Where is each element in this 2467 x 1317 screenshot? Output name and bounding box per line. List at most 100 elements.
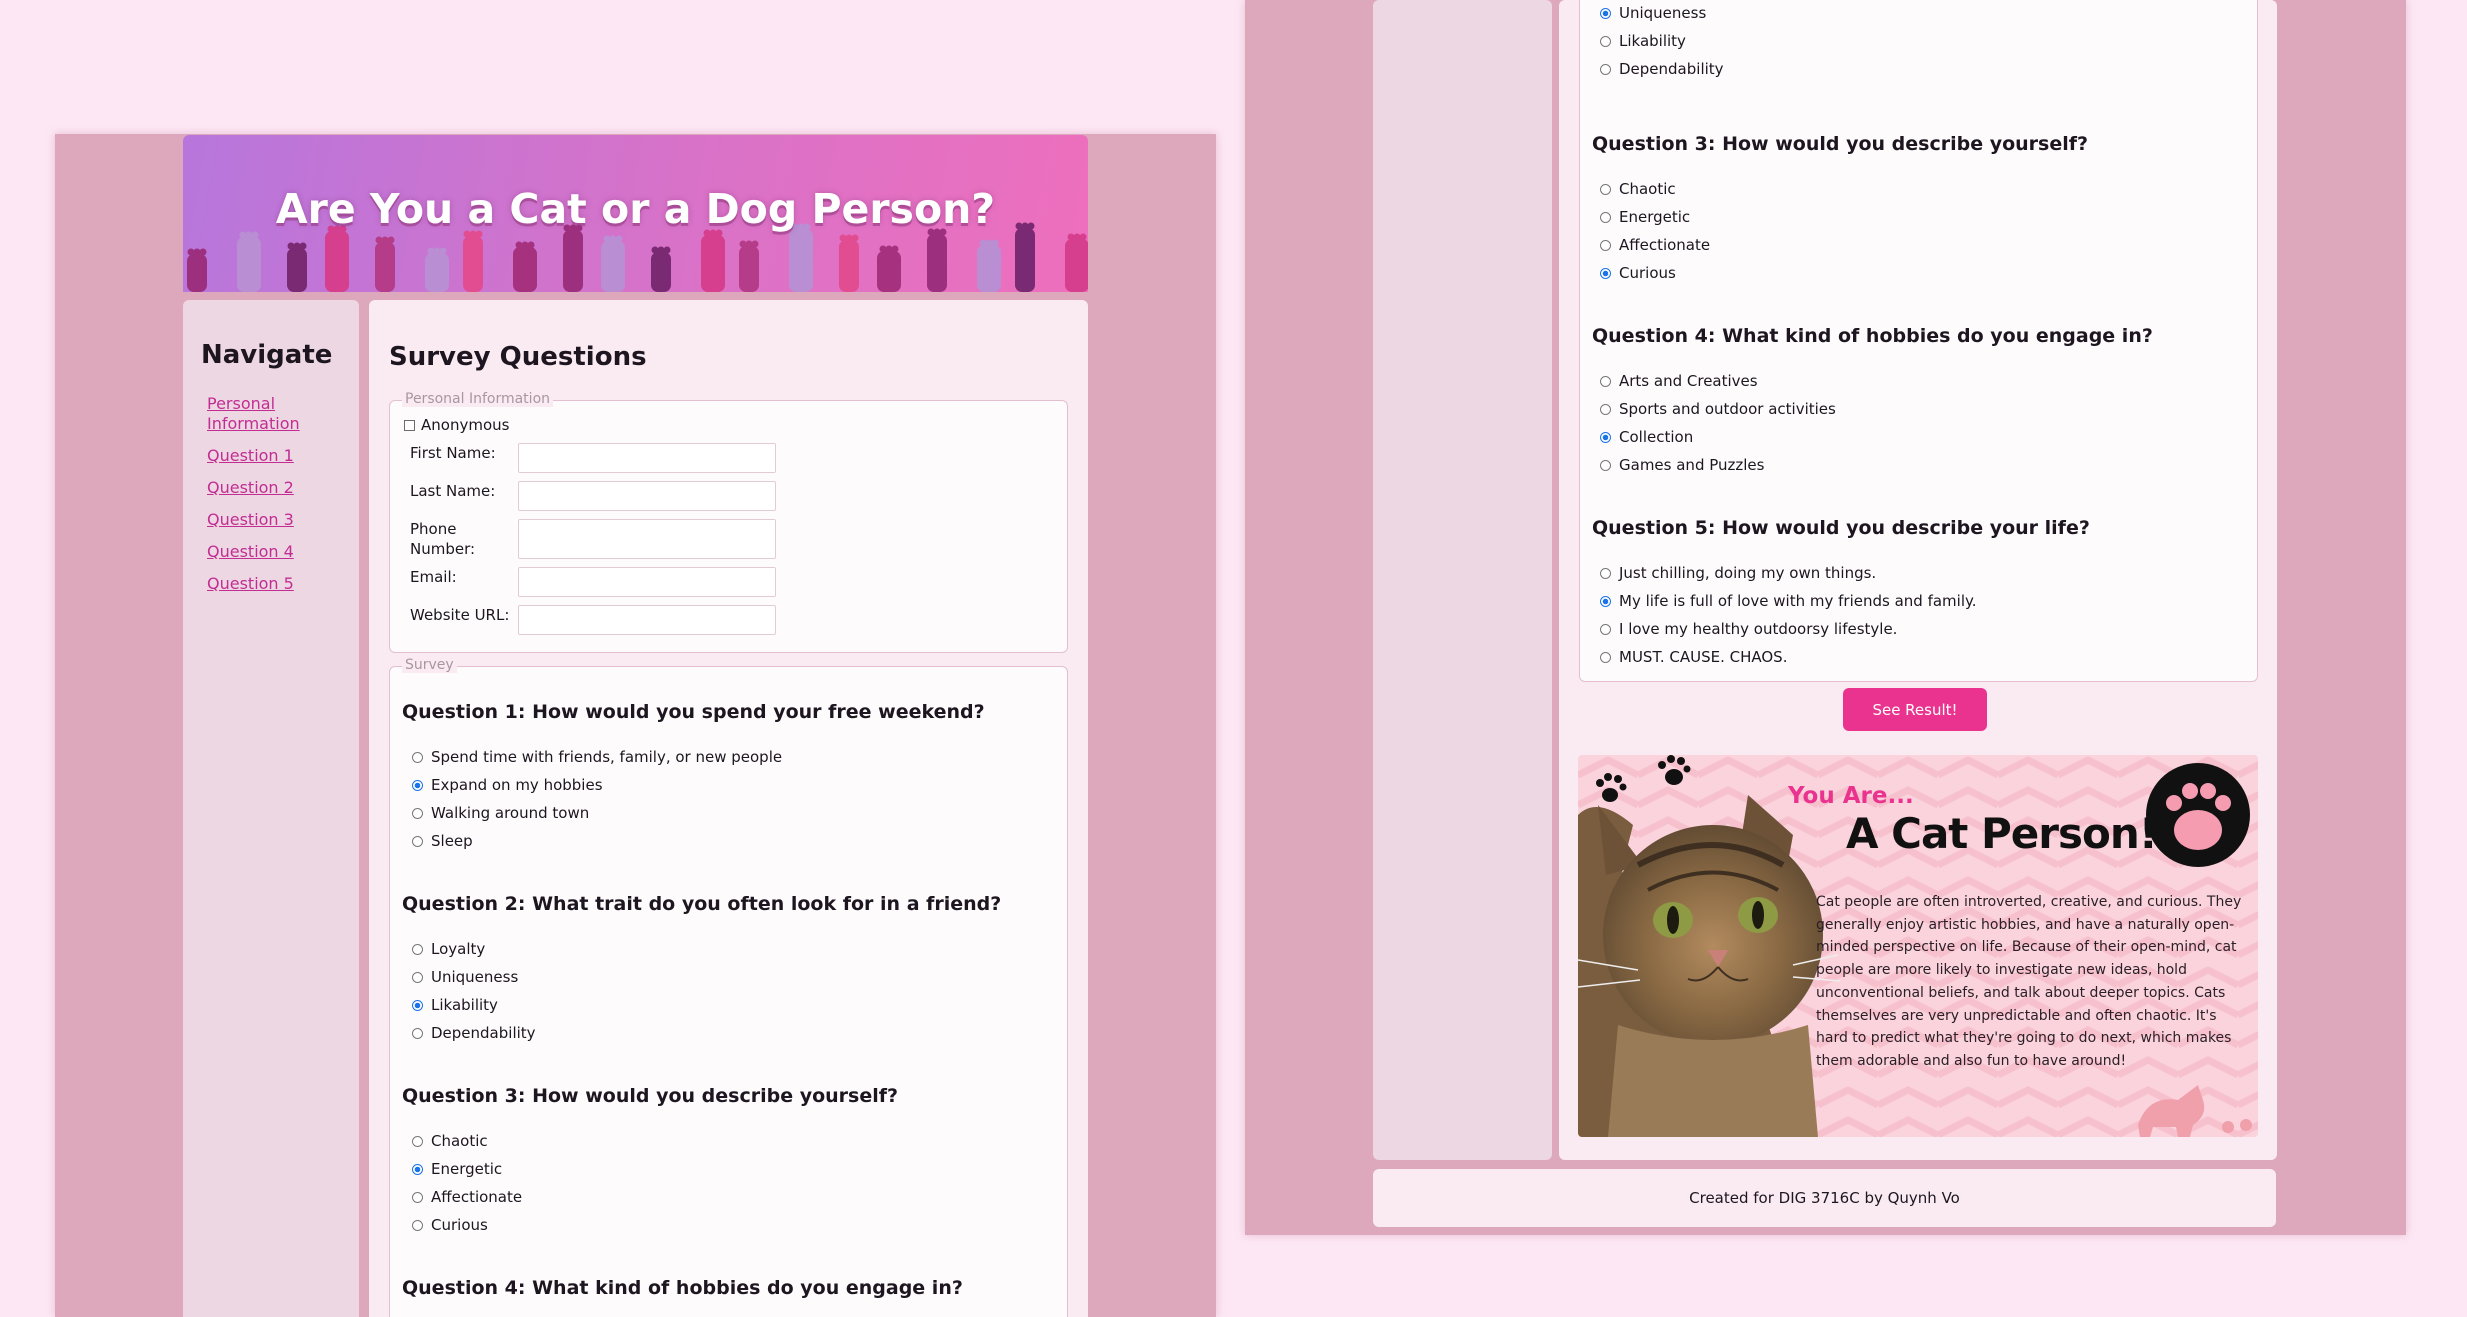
- radio-button[interactable]: [412, 971, 423, 983]
- nav-link-question-5[interactable]: Question 5: [207, 574, 347, 594]
- radio-button[interactable]: [1600, 7, 1611, 19]
- option-row[interactable]: Just chilling, doing my own things.: [1600, 559, 1977, 587]
- radio-button[interactable]: [1600, 63, 1611, 75]
- option-row[interactable]: Chaotic: [1600, 175, 1710, 203]
- radio-button[interactable]: [1600, 183, 1611, 195]
- nav-link-question-2[interactable]: Question 2: [207, 478, 347, 498]
- option-row[interactable]: MUST. CAUSE. CHAOS.: [1600, 643, 1977, 671]
- paw-leg: [601, 235, 625, 292]
- option-row[interactable]: Chaotic: [412, 1127, 522, 1155]
- radio-button[interactable]: [412, 807, 423, 819]
- left-page-view: Are You a Cat or a Dog Person? Navigate …: [55, 134, 1216, 1317]
- radio-button[interactable]: [412, 1135, 423, 1147]
- phone-field[interactable]: [518, 519, 776, 559]
- option-label: Sleep: [431, 832, 473, 850]
- option-label: MUST. CAUSE. CHAOS.: [1619, 648, 1788, 666]
- radio-button[interactable]: [412, 1219, 423, 1231]
- option-row[interactable]: Spend time with friends, family, or new …: [412, 743, 782, 771]
- personal-info-legend: Personal Information: [402, 391, 554, 407]
- option-row[interactable]: Arts and Creatives: [1600, 367, 1836, 395]
- option-row[interactable]: Games and Puzzles: [1600, 451, 1836, 479]
- radio-button[interactable]: [1600, 431, 1611, 443]
- option-row[interactable]: Expand on my hobbies: [412, 771, 782, 799]
- option-label: Energetic: [431, 1160, 503, 1178]
- radio-button[interactable]: [1600, 35, 1611, 47]
- radio-button[interactable]: [1600, 211, 1611, 223]
- radio-button[interactable]: [412, 751, 423, 763]
- nav-link-personal-info[interactable]: Personal Information: [207, 394, 347, 434]
- option-row[interactable]: Energetic: [412, 1155, 522, 1183]
- paw-leg: [927, 228, 947, 292]
- paw-leg: [651, 246, 671, 292]
- option-row[interactable]: Sports and outdoor activities: [1600, 395, 1836, 423]
- radio-button[interactable]: [412, 1027, 423, 1039]
- option-row[interactable]: Loyalty: [412, 935, 536, 963]
- nav-sidebar: Navigate Personal Information Question 1…: [183, 300, 359, 1317]
- phone-label: Phone Number:: [410, 520, 476, 558]
- radio-button[interactable]: [1600, 567, 1611, 579]
- nav-link-question-1[interactable]: Question 1: [207, 446, 347, 466]
- option-row[interactable]: Dependability: [1600, 55, 1724, 83]
- paw-leg: [425, 247, 449, 292]
- paw-leg: [187, 248, 207, 292]
- radio-button[interactable]: [1600, 375, 1611, 387]
- option-label: Uniqueness: [1619, 4, 1707, 22]
- radio-button[interactable]: [412, 999, 423, 1011]
- paw-leg: [325, 225, 349, 292]
- option-row[interactable]: Affectionate: [1600, 231, 1710, 259]
- option-label: Uniqueness: [431, 968, 519, 986]
- website-field[interactable]: [518, 605, 776, 635]
- option-row[interactable]: Likability: [412, 991, 536, 1019]
- nav-sidebar: [1373, 0, 1552, 1160]
- first-name-field[interactable]: [518, 443, 776, 473]
- option-row[interactable]: Sleep: [412, 827, 782, 855]
- option-row[interactable]: Likability: [1600, 27, 1724, 55]
- radio-button[interactable]: [412, 943, 423, 955]
- option-label: Energetic: [1619, 208, 1691, 226]
- question-3-title: Question 3: How would you describe yours…: [1592, 133, 2089, 155]
- radio-button[interactable]: [1600, 595, 1611, 607]
- paw-leg: [513, 241, 537, 292]
- option-row[interactable]: Energetic: [1600, 203, 1710, 231]
- nav-link-question-4[interactable]: Question 4: [207, 542, 347, 562]
- see-result-button[interactable]: See Result!: [1843, 688, 1987, 731]
- option-row[interactable]: Curious: [1600, 259, 1710, 287]
- paw-leg: [375, 236, 395, 292]
- radio-button[interactable]: [1600, 403, 1611, 415]
- option-label: Chaotic: [1619, 180, 1676, 198]
- option-row[interactable]: Dependability: [412, 1019, 536, 1047]
- option-label: Dependability: [1619, 60, 1724, 78]
- radio-button[interactable]: [1600, 267, 1611, 279]
- option-row[interactable]: My life is full of love with my friends …: [1600, 587, 1977, 615]
- option-row[interactable]: Affectionate: [412, 1183, 522, 1211]
- question-1-options: Spend time with friends, family, or new …: [412, 743, 782, 855]
- option-label: Likability: [431, 996, 498, 1014]
- paw-leg: [701, 229, 725, 292]
- radio-button[interactable]: [1600, 623, 1611, 635]
- question-4-title: Question 4: What kind of hobbies do you …: [402, 1277, 963, 1299]
- radio-button[interactable]: [1600, 651, 1611, 663]
- option-row[interactable]: Curious: [412, 1211, 522, 1239]
- last-name-field[interactable]: [518, 481, 776, 511]
- radio-button[interactable]: [1600, 459, 1611, 471]
- option-label: Expand on my hobbies: [431, 776, 603, 794]
- radio-button[interactable]: [412, 835, 423, 847]
- radio-button[interactable]: [412, 1163, 423, 1175]
- radio-button[interactable]: [412, 779, 423, 791]
- option-row[interactable]: Uniqueness: [412, 963, 536, 991]
- paw-leg: [839, 234, 859, 292]
- option-label: Chaotic: [431, 1132, 488, 1150]
- nav-link-question-3[interactable]: Question 3: [207, 510, 347, 530]
- email-label: Email:: [410, 568, 457, 586]
- option-label: My life is full of love with my friends …: [1619, 592, 1977, 610]
- option-row[interactable]: Collection: [1600, 423, 1836, 451]
- anonymous-checkbox[interactable]: [404, 419, 415, 431]
- survey-legend: Survey: [402, 657, 457, 673]
- option-row[interactable]: I love my healthy outdoorsy lifestyle.: [1600, 615, 1977, 643]
- radio-button[interactable]: [1600, 239, 1611, 251]
- option-row[interactable]: Uniqueness: [1600, 0, 1724, 27]
- option-row[interactable]: Walking around town: [412, 799, 782, 827]
- radio-button[interactable]: [412, 1191, 423, 1203]
- email-field[interactable]: [518, 567, 776, 597]
- question-3-options: Chaotic Energetic Affectionate Curious: [1600, 175, 1710, 287]
